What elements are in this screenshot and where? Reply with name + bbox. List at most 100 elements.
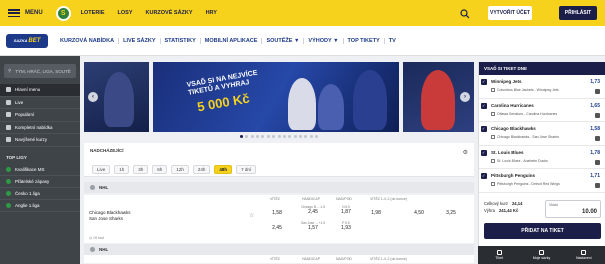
filter-7d[interactable]: 7 dní xyxy=(236,165,257,174)
carousel-dot[interactable] xyxy=(266,135,270,138)
sidebar-item-main-menu[interactable]: Hlavní menu xyxy=(0,84,80,97)
banner-right[interactable]: › xyxy=(403,62,474,132)
carousel-dot[interactable] xyxy=(261,135,265,138)
sidebar-item-popular[interactable]: Populární xyxy=(0,109,80,122)
bet-slip-item[interactable]: Winnipeg Jets 1,73 Columbus Blue Jackets… xyxy=(479,75,605,99)
add-to-ticket-button[interactable]: PŘIDAT NA TIKET xyxy=(484,223,601,239)
carousel-dot[interactable] xyxy=(282,135,286,138)
stake-input[interactable]: Vklad 10.00 xyxy=(545,200,601,218)
bet-slip-item[interactable]: St. Louis Blues 1,78 St. Louis Blues - A… xyxy=(479,146,605,169)
sidebar-item-boosted-odds[interactable]: Navýšené kurzy xyxy=(0,134,80,147)
favorite-star-icon[interactable]: ☆ xyxy=(249,212,254,219)
remove-icon[interactable] xyxy=(595,136,600,141)
nav-top-tickets[interactable]: TOP TIKETY xyxy=(344,37,385,44)
odd-winner-home[interactable]: 1,58 xyxy=(265,210,289,216)
top-nav-scratch[interactable]: LOSY xyxy=(118,10,133,16)
top-nav-betting[interactable]: KURZOVÉ SÁZKY xyxy=(146,10,193,16)
remove-icon[interactable] xyxy=(595,112,600,118)
col-1x2: VÍTĚZ 1-X-2 (do konce) xyxy=(370,257,407,261)
odd-handicap-home[interactable]: Chicago B... -1,5 2,45 xyxy=(297,205,329,215)
sidebar-league-item[interactable]: Přátelské zápasy xyxy=(0,176,80,188)
menu-label[interactable]: MENU xyxy=(25,10,43,16)
carousel-dot[interactable] xyxy=(256,135,259,138)
menu-icon[interactable] xyxy=(8,9,20,17)
banner-promo[interactable]: VSAĎ SI NA NEJVÍCE TIKETŮ A VYHRAJ 5 000… xyxy=(153,62,399,132)
sidebar-league-item[interactable]: Kvalifikace MS xyxy=(0,164,80,176)
carousel-dot[interactable] xyxy=(315,135,319,138)
top-nav-games[interactable]: HRY xyxy=(206,10,217,16)
nav-statistics[interactable]: STATISTIKY xyxy=(161,37,201,44)
odd-handicap-away[interactable]: San Jose ... +1,5 1,57 xyxy=(297,221,329,231)
odd-value: 2,45 xyxy=(272,225,282,231)
bet-slip-item[interactable]: Pittsburgh Penguins 1,71 Pittsburgh Peng… xyxy=(479,169,605,193)
bet-slip-item[interactable]: Carolina Hurricanes 1,65 Ottawa Senators… xyxy=(479,99,605,122)
bottom-tab-settings[interactable]: Nastavení xyxy=(563,246,605,264)
checkbox[interactable] xyxy=(481,102,487,109)
chevron-down-icon: ▼ xyxy=(293,37,300,44)
chevron-left-icon[interactable]: ‹ xyxy=(88,92,98,102)
remove-icon[interactable] xyxy=(595,183,600,188)
remove-icon[interactable] xyxy=(595,159,600,165)
league-name: NHL xyxy=(99,247,109,252)
carousel-dot[interactable] xyxy=(299,135,302,138)
nav-competitions[interactable]: SOUTĚŽE ▼ xyxy=(262,37,305,44)
checkbox[interactable] xyxy=(481,173,487,179)
odd-under[interactable]: P 6.5 1,93 xyxy=(334,221,358,231)
nav-live-bets[interactable]: LIVE SÁZKY xyxy=(119,37,161,44)
carousel-dot[interactable] xyxy=(288,135,292,138)
match-teams[interactable]: Chicago Blackhawks San Jose Sharks xyxy=(89,210,131,222)
filter-12h[interactable]: 12h xyxy=(171,165,189,174)
bet-slip-item[interactable]: Chicago Blackhawks 1,58 Chicago Blackhaw… xyxy=(479,122,605,146)
carousel-dot[interactable] xyxy=(272,135,276,138)
bottom-tab-ticket[interactable]: Tiket xyxy=(478,246,520,264)
settings-icon[interactable]: ⚙ xyxy=(463,149,468,156)
odd-1x2-away[interactable]: 3,25 xyxy=(439,210,463,216)
filter-3h[interactable]: 3h xyxy=(133,165,149,174)
sidebar-item-label: Live xyxy=(15,99,24,105)
carousel-dot[interactable] xyxy=(309,135,313,138)
filter-6h[interactable]: 6h xyxy=(152,165,168,174)
stake-label: Vklad xyxy=(549,203,558,207)
league-header-nhl-2[interactable]: NHL xyxy=(84,244,474,255)
sidebar-search-input[interactable]: ⚲ TÝM, HRÁČ, LIGA, SOUTĚ xyxy=(4,64,76,78)
league-header-nhl[interactable]: NHL xyxy=(84,182,474,193)
carousel-dot[interactable] xyxy=(293,135,297,138)
login-button[interactable]: PŘIHLÁSIT xyxy=(559,6,597,20)
sidebar-league-item[interactable]: Anglie 1.liga xyxy=(0,200,80,212)
checkbox[interactable] xyxy=(481,149,487,156)
top-nav-lottery[interactable]: LOTERIE xyxy=(81,10,105,16)
carousel-dot[interactable] xyxy=(277,135,281,138)
carousel-dot[interactable] xyxy=(250,135,254,138)
sazka-logo[interactable]: S xyxy=(55,5,71,21)
search-icon[interactable] xyxy=(460,9,470,19)
odd-1x2-draw[interactable]: 4,50 xyxy=(407,210,431,216)
filter-live[interactable]: Live xyxy=(92,165,111,174)
filter-48h[interactable]: 48h xyxy=(214,165,233,174)
odd-1x2-home[interactable]: 1,98 xyxy=(364,210,388,216)
nav-tv[interactable]: TV xyxy=(385,38,400,44)
sidebar-item-live[interactable]: Live xyxy=(0,97,80,109)
carousel-dot[interactable] xyxy=(245,135,249,138)
filter-24h[interactable]: 24h xyxy=(192,165,211,174)
register-button[interactable]: VYTVOŘIT ÚČET xyxy=(488,6,532,20)
sazkabet-logo[interactable]: SAZKA BET xyxy=(6,33,48,48)
chevron-right-icon[interactable]: › xyxy=(460,92,470,102)
filter-1h[interactable]: 1h xyxy=(114,165,130,174)
odd-winner-away[interactable]: 2,45 xyxy=(265,225,289,231)
odd-over[interactable]: N 6.5 1,87 xyxy=(334,205,358,215)
checkbox[interactable] xyxy=(481,126,487,132)
sidebar-item-complete-offer[interactable]: Kompletní nabídka xyxy=(0,122,80,134)
carousel-dot[interactable] xyxy=(304,135,308,138)
checkbox[interactable] xyxy=(481,79,487,85)
nav-benefits[interactable]: VÝHODY ▼ xyxy=(304,37,344,44)
carousel-dot[interactable] xyxy=(239,135,243,138)
football-icon xyxy=(6,178,11,184)
remove-icon[interactable] xyxy=(595,89,600,94)
nav-mobile-app[interactable]: MOBILNÍ APLIKACE xyxy=(201,37,263,44)
odd-value: 1,98 xyxy=(371,210,381,216)
banner-left[interactable]: ‹ xyxy=(84,62,149,132)
match-row[interactable]: Chicago Blackhawks San Jose Sharks ☆ 1,5… xyxy=(84,203,474,243)
sidebar-league-item[interactable]: Česko 1.liga xyxy=(0,188,80,200)
bottom-tab-my-bets[interactable]: Moje sázky xyxy=(520,246,562,264)
nav-odds-offer[interactable]: KURZOVÁ NABÍDKA xyxy=(56,37,120,44)
